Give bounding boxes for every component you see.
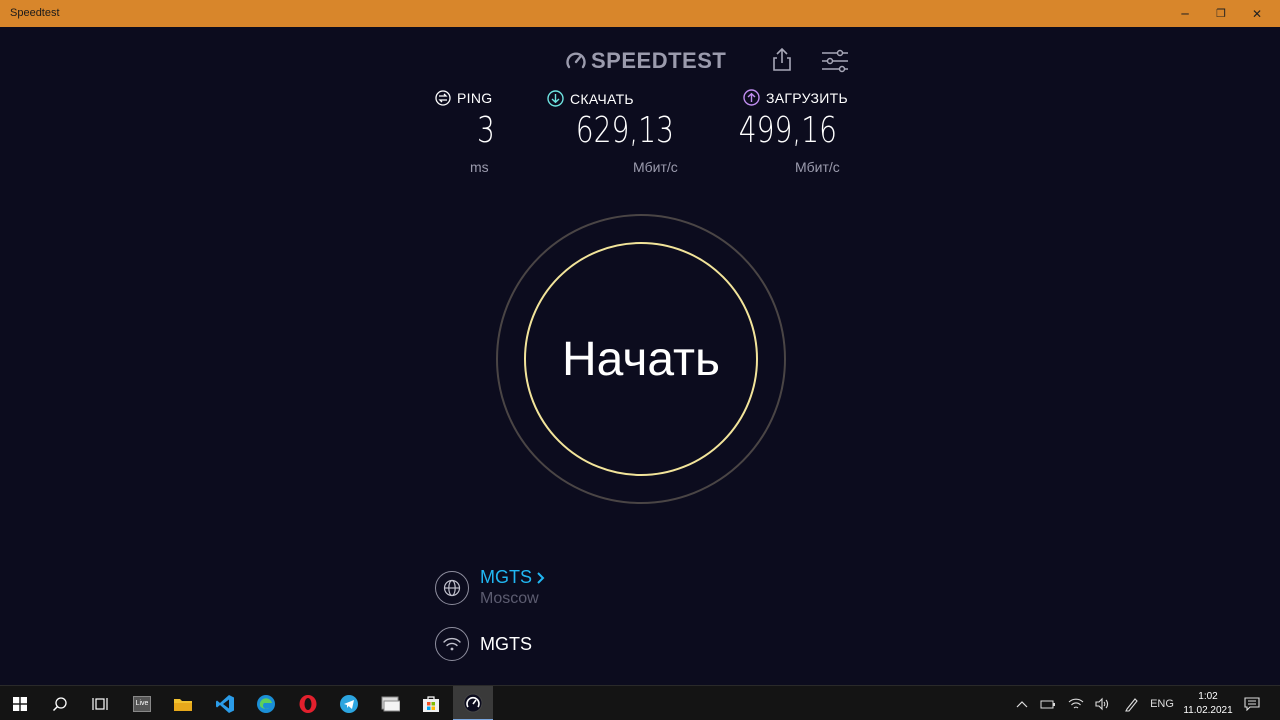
isp-location: Moscow	[480, 590, 539, 607]
ping-value: 3	[477, 110, 495, 151]
clock-time: 1:02	[1198, 691, 1218, 702]
ping-metric: PING 3 ms	[435, 90, 505, 180]
share-button[interactable]	[770, 47, 794, 73]
app-window-button[interactable]	[370, 686, 410, 720]
live-app-button[interactable]: Live	[122, 686, 162, 720]
clock-date: 11.02.2021	[1183, 705, 1233, 716]
share-icon	[773, 47, 791, 71]
wifi-tray-icon	[1068, 698, 1084, 708]
globe-icon	[443, 579, 461, 596]
volume-button[interactable]	[1090, 686, 1114, 720]
opera-button[interactable]	[288, 686, 328, 720]
wifi-icon-ring	[435, 627, 469, 661]
chevron-right-icon	[537, 571, 545, 584]
app-window-icon	[381, 696, 400, 711]
settings-button[interactable]	[820, 49, 850, 73]
vscode-button[interactable]	[205, 686, 245, 720]
edge-icon	[257, 694, 275, 713]
opera-icon	[299, 694, 317, 713]
restore-icon: ❐	[1216, 7, 1226, 20]
go-button[interactable]: Начать	[524, 242, 758, 476]
upload-value: 499,16	[738, 110, 837, 151]
live-app-label: Live	[135, 700, 149, 707]
ping-unit: ms	[470, 159, 489, 175]
wifi-icon	[443, 637, 461, 651]
title-bar: Speedtest ─ ❐ ✕	[0, 0, 1280, 27]
telegram-button[interactable]	[329, 686, 369, 720]
battery-button[interactable]	[1036, 686, 1060, 720]
live-app-icon: Live	[133, 695, 151, 712]
edge-button[interactable]	[246, 686, 286, 720]
download-value: 629,13	[575, 110, 674, 151]
volume-icon	[1095, 697, 1109, 710]
download-label: СКАЧАТЬ	[570, 90, 634, 107]
upload-label: ЗАГРУЗИТЬ	[766, 89, 848, 106]
chevron-up-icon	[1016, 700, 1028, 707]
windows-icon	[13, 696, 27, 711]
speedtest-app: SPEEDTEST PING 3 ms СКАЧАТЬ 629,13 Мбит/…	[0, 27, 1280, 685]
taskbar: Live ENG 1:02 11.02.2021	[0, 685, 1280, 720]
pen-icon	[1125, 697, 1138, 712]
folder-icon	[174, 698, 192, 711]
connection-info: MGTS	[435, 627, 532, 661]
globe-icon-ring	[435, 570, 469, 605]
language-indicator[interactable]: ENG	[1148, 686, 1176, 720]
notification-icon	[1244, 696, 1260, 711]
minimize-icon: ─	[1181, 6, 1189, 21]
network-button[interactable]	[1064, 686, 1088, 720]
search-icon	[52, 696, 67, 711]
logo-text: SPEEDTEST	[591, 48, 727, 73]
search-button[interactable]	[40, 686, 80, 720]
isp-name-text: MGTS	[480, 567, 532, 587]
pen-button[interactable]	[1120, 686, 1144, 720]
speedtest-logo: SPEEDTEST	[565, 48, 726, 74]
ping-label: PING	[457, 90, 493, 106]
telegram-icon	[340, 694, 358, 713]
isp-selector[interactable]: MGTS Moscow	[435, 567, 546, 608]
upload-metric: ЗАГРУЗИТЬ 499,16 Мбит/с	[739, 89, 868, 179]
notifications-button[interactable]	[1240, 686, 1264, 720]
go-button-label: Начать	[562, 332, 720, 386]
upload-arrow-icon	[743, 89, 760, 106]
window-title: Speedtest	[10, 7, 60, 19]
ping-icon	[435, 90, 451, 106]
download-unit: Мбит/с	[633, 159, 678, 175]
show-hidden-icons-button[interactable]	[1012, 686, 1032, 720]
store-icon	[423, 695, 439, 712]
download-arrow-icon	[547, 90, 564, 107]
vscode-icon	[216, 694, 234, 713]
gauge-icon	[566, 52, 586, 69]
connection-name: MGTS	[480, 633, 532, 654]
file-explorer-button[interactable]	[163, 686, 203, 720]
close-icon: ✕	[1251, 6, 1263, 21]
start-button[interactable]	[0, 686, 40, 720]
close-button[interactable]: ✕	[1234, 0, 1280, 27]
task-view-icon	[92, 697, 108, 710]
speedtest-taskbar-button[interactable]	[453, 686, 493, 720]
sliders-icon	[822, 49, 848, 73]
speedtest-app-icon	[463, 693, 483, 712]
clock[interactable]: 1:02 11.02.2021	[1178, 690, 1238, 718]
download-metric: СКАЧАТЬ 629,13 Мбит/с	[547, 90, 692, 180]
upload-unit: Мбит/с	[795, 159, 840, 175]
store-button[interactable]	[411, 686, 451, 720]
task-view-button[interactable]	[80, 686, 120, 720]
battery-icon	[1040, 700, 1055, 708]
isp-name[interactable]: MGTS	[480, 567, 546, 588]
